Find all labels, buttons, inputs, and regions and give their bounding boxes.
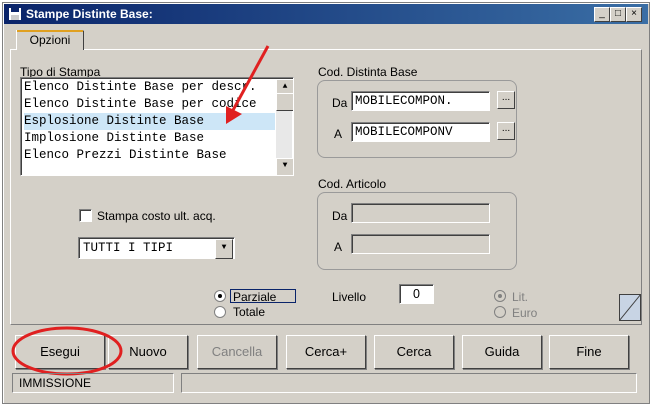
cod-distinta-a-label: A (334, 127, 343, 141)
euro-radio[interactable] (494, 306, 506, 318)
maximize-button[interactable]: □ (610, 7, 626, 22)
cod-distinta-da-browse-button[interactable]: ... (497, 91, 515, 109)
cerca-button[interactable]: Cerca (374, 335, 454, 369)
list-item[interactable]: Implosione Distinte Base (24, 130, 275, 147)
status-right (181, 373, 637, 393)
minimize-button[interactable]: _ (594, 7, 610, 22)
livello-input[interactable]: 0 (399, 284, 434, 304)
cod-distinta-label: Cod. Distinta Base (318, 65, 418, 79)
totale-radio[interactable] (214, 306, 226, 318)
tipo-select-value: TUTTI I TIPI (83, 241, 174, 255)
parziale-radio[interactable] (214, 290, 226, 302)
cod-articolo-da-input[interactable] (351, 203, 490, 223)
list-item[interactable]: Elenco Prezzi Distinte Base (24, 147, 275, 164)
floppy-disk-icon (9, 8, 21, 20)
close-button[interactable]: × (626, 7, 642, 22)
scroll-down-icon[interactable]: ▼ (276, 158, 293, 175)
red-arrow-annotation (226, 45, 270, 124)
cod-distinta-a-input[interactable]: MOBILECOMPONV (351, 122, 490, 142)
guida-button[interactable]: Guida (462, 335, 542, 369)
red-circle-annotation (11, 326, 123, 376)
chevron-down-icon[interactable]: ▼ (215, 239, 233, 259)
lit-radio[interactable] (494, 290, 506, 302)
corner-fold-icon (619, 294, 641, 321)
tab-opzioni-label: Opzioni (29, 33, 71, 47)
cod-distinta-da-input[interactable]: MOBILECOMPON. (351, 91, 490, 111)
status-left: IMMISSIONE (12, 373, 174, 393)
livello-label: Livello (332, 290, 367, 304)
parziale-label: Parziale (230, 289, 296, 304)
stampa-costo-checkbox[interactable] (79, 209, 92, 222)
tipo-select[interactable]: TUTTI I TIPI ▼ (78, 237, 235, 259)
lit-label: Lit. (512, 290, 529, 304)
cod-distinta-a-browse-button[interactable]: ... (497, 122, 515, 140)
tab-opzioni[interactable]: Opzioni (16, 30, 84, 50)
window-title: Stampe Distinte Base: (26, 7, 153, 21)
euro-label: Euro (512, 306, 538, 320)
cerca-plus-button[interactable]: Cerca+ (286, 335, 366, 369)
cod-articolo-a-input[interactable] (351, 234, 490, 254)
cod-articolo-a-label: A (334, 240, 343, 254)
totale-label: Totale (233, 305, 266, 319)
cod-articolo-da-label: Da (332, 209, 348, 223)
stampa-costo-label: Stampa costo ult. acq. (97, 209, 216, 223)
cod-distinta-da-label: Da (332, 96, 348, 110)
title-bar: Stampe Distinte Base: _ □ × (4, 4, 648, 24)
tab-highlight (17, 30, 83, 32)
cancella-button[interactable]: Cancella (197, 335, 277, 369)
cod-articolo-label: Cod. Articolo (318, 177, 387, 191)
fine-button[interactable]: Fine (549, 335, 629, 369)
